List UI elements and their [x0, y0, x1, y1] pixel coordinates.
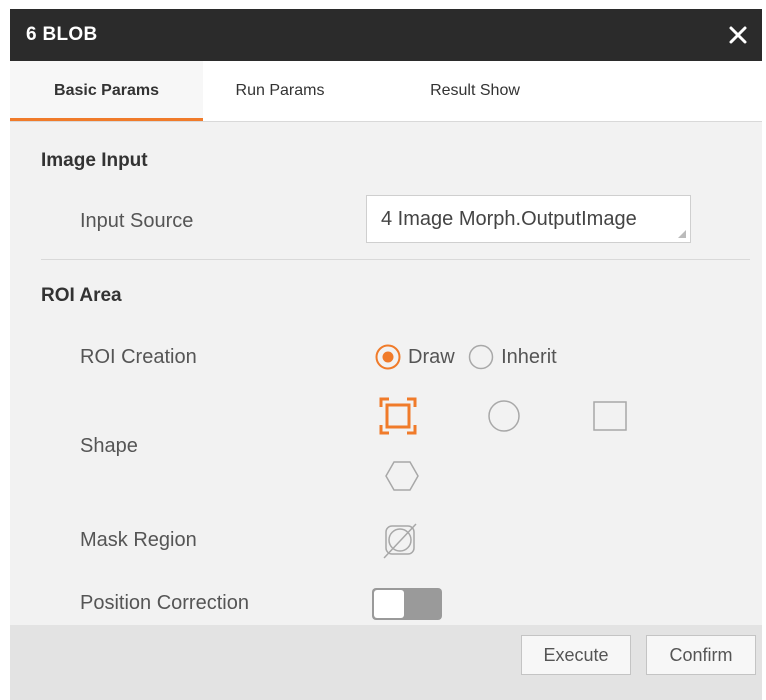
roi-creation-radio-group: Draw Inherit	[374, 340, 557, 374]
radio-inherit-label: Inherit	[501, 345, 557, 368]
dialog-title: 6 BLOB	[26, 24, 98, 45]
roi-creation-label: ROI Creation	[80, 346, 197, 368]
tab-result-show[interactable]: Result Show	[395, 61, 555, 121]
tab-bar: Basic Params Run Params Result Show	[10, 61, 762, 122]
dialog-footer: Execute Confirm	[10, 625, 762, 700]
close-icon[interactable]	[722, 19, 754, 51]
section-divider	[41, 259, 750, 260]
input-source-label: Input Source	[80, 210, 194, 232]
radio-selected-icon	[375, 344, 401, 370]
tab-basic-params[interactable]: Basic Params	[10, 61, 203, 121]
rectangle-icon[interactable]	[590, 396, 630, 436]
params-panel: Image Input Input Source 4 Image Morph.O…	[10, 122, 762, 625]
dropdown-corner-icon	[678, 230, 686, 238]
toggle-knob	[374, 590, 404, 618]
radio-draw[interactable]: Draw	[374, 340, 455, 374]
execute-button[interactable]: Execute	[521, 635, 631, 675]
rectangle-select-icon[interactable]	[378, 396, 418, 436]
mask-region-label: Mask Region	[80, 529, 197, 551]
dialog-title-bar: 6 BLOB	[10, 9, 762, 61]
section-title-image-input: Image Input	[41, 150, 148, 171]
position-correction-label: Position Correction	[80, 592, 249, 614]
shape-label: Shape	[80, 435, 138, 457]
position-correction-toggle[interactable]	[372, 588, 442, 620]
radio-inherit[interactable]: Inherit	[467, 340, 557, 374]
radio-unselected-icon	[468, 344, 494, 370]
input-source-value: 4 Image Morph.OutputImage	[381, 208, 637, 230]
input-source-select[interactable]: 4 Image Morph.OutputImage	[366, 195, 691, 243]
section-title-roi-area: ROI Area	[41, 285, 122, 306]
hexagon-icon[interactable]	[382, 456, 422, 496]
circle-icon[interactable]	[484, 396, 524, 436]
tab-run-params[interactable]: Run Params	[210, 61, 350, 121]
radio-draw-label: Draw	[408, 345, 455, 368]
mask-region-icon[interactable]	[380, 520, 420, 560]
confirm-button[interactable]: Confirm	[646, 635, 756, 675]
